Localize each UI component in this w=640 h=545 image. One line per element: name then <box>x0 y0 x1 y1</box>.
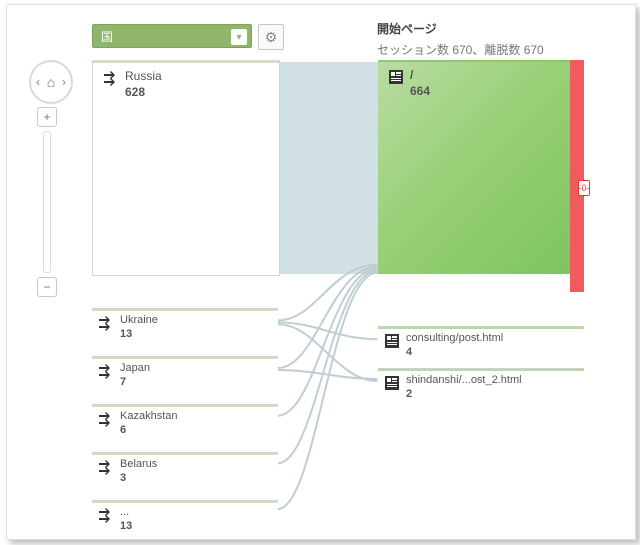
exit-marker-label: -0- <box>579 183 590 193</box>
dimension-select[interactable]: 国 ▾ <box>92 24 252 48</box>
source-value: 13 <box>120 520 132 532</box>
chevron-right-icon: › <box>62 75 66 89</box>
dimension-label: 国 <box>101 28 113 45</box>
exit-bar <box>570 60 584 292</box>
source-node-1[interactable]: Ukraine 13 <box>92 308 278 341</box>
destination-label: consulting/post.html <box>406 332 503 344</box>
chevron-left-icon: ‹ <box>36 75 40 89</box>
page-icon <box>384 375 400 391</box>
source-node-3[interactable]: Kazakhstan 6 <box>92 404 278 437</box>
source-node-4[interactable]: Belarus 3 <box>92 452 278 485</box>
home-nav[interactable]: ‹ ⌂ › <box>29 60 73 104</box>
source-node-2[interactable]: Japan 7 <box>92 356 278 389</box>
destination-value: 4 <box>406 346 503 358</box>
destination-value: 664 <box>410 84 430 98</box>
source-label: Kazakhstan <box>120 410 177 422</box>
page-icon <box>384 333 400 349</box>
destination-node-1[interactable]: consulting/post.html 4 <box>378 326 584 359</box>
source-label: ... <box>120 506 132 518</box>
traffic-arrows-icon <box>98 315 114 331</box>
traffic-arrows-icon <box>103 70 119 86</box>
source-value: 6 <box>120 424 177 436</box>
traffic-arrows-icon <box>98 363 114 379</box>
zoom-out-button[interactable]: − <box>37 277 57 297</box>
zoom-track[interactable] <box>43 131 51 273</box>
source-label: Ukraine <box>120 314 158 326</box>
destination-node-2[interactable]: shindanshi/...ost_2.html 2 <box>378 368 584 401</box>
source-value: 13 <box>120 328 158 340</box>
page-icon <box>388 69 404 85</box>
destination-node-0[interactable]: / 664 <box>378 60 570 274</box>
chevron-down-icon: ▾ <box>231 29 247 45</box>
destination-label: / <box>410 68 430 82</box>
traffic-arrows-icon <box>98 459 114 475</box>
destination-subtitle: セッション数 670、離脱数 670 <box>377 41 544 58</box>
source-label: Japan <box>120 362 150 374</box>
destination-header: 開始ページ セッション数 670、離脱数 670 <box>377 20 544 58</box>
source-value: 3 <box>120 472 157 484</box>
source-label: Russia <box>125 69 162 83</box>
gear-icon: ⚙ <box>265 29 278 46</box>
source-value: 7 <box>120 376 150 388</box>
exit-marker[interactable]: -0- <box>578 180 590 196</box>
zoom-control: + − <box>37 107 57 297</box>
home-icon: ⌂ <box>47 74 55 90</box>
settings-button[interactable]: ⚙ <box>258 24 284 50</box>
flow-panel: ‹ ⌂ › + − 国 ▾ ⚙ 開始ページ セッション数 670、離脱数 670 <box>6 4 636 540</box>
zoom-in-button[interactable]: + <box>37 107 57 127</box>
traffic-arrows-icon <box>98 411 114 427</box>
destination-title: 開始ページ <box>377 20 544 37</box>
traffic-arrows-icon <box>98 507 114 523</box>
destination-value: 2 <box>406 388 522 400</box>
source-value: 628 <box>125 85 162 99</box>
source-node-5[interactable]: ... 13 <box>92 500 278 533</box>
source-node-0[interactable]: Russia 628 <box>92 60 280 276</box>
source-label: Belarus <box>120 458 157 470</box>
destination-label: shindanshi/...ost_2.html <box>406 374 522 386</box>
